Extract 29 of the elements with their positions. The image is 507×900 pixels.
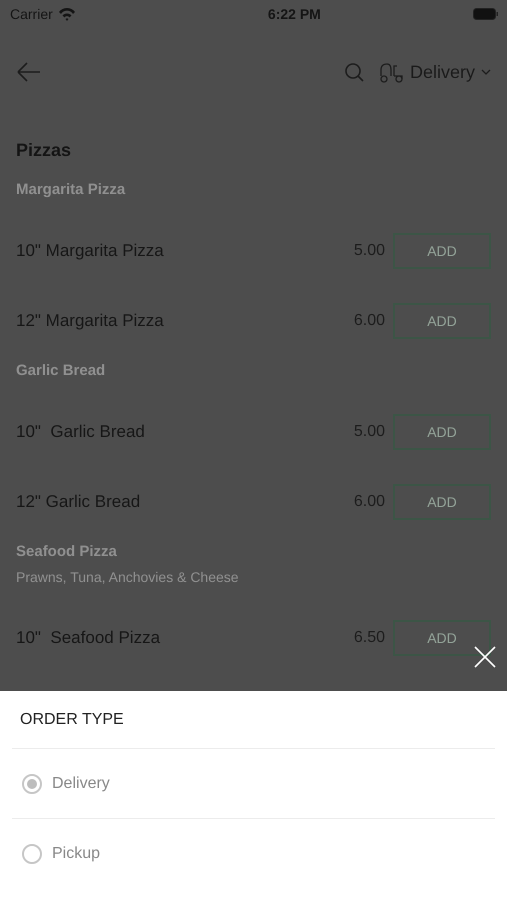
scooter-icon — [378, 61, 404, 83]
caret-icon — [481, 69, 491, 75]
add-button[interactable]: ADD — [393, 303, 491, 339]
radio-button[interactable] — [22, 774, 42, 794]
back-arrow-icon[interactable] — [16, 60, 42, 84]
sheet-title: ORDER TYPE — [12, 691, 495, 749]
item-name: 12" Margarita Pizza — [16, 311, 164, 331]
status-time: 6:22 PM — [268, 6, 321, 22]
close-icon[interactable] — [473, 645, 497, 669]
add-button[interactable]: ADD — [393, 414, 491, 450]
category-description: Prawns, Tuna, Anchovies & Cheese — [16, 569, 240, 585]
battery-icon — [472, 8, 499, 20]
radio-option[interactable]: Pickup — [12, 819, 495, 889]
section-title: Pizzas — [16, 140, 72, 161]
item-name: 12" Garlic Bread — [16, 492, 140, 512]
radio-option[interactable]: Delivery — [12, 749, 495, 819]
item-name: 10" Margarita Pizza — [16, 241, 164, 261]
carrier-label: Carrier — [10, 6, 53, 22]
add-button[interactable]: ADD — [393, 620, 491, 656]
add-button[interactable]: ADD — [393, 484, 491, 520]
search-icon[interactable] — [344, 62, 364, 82]
category-name: Garlic Bread — [16, 362, 106, 379]
item-name: 10" Garlic Bread — [16, 422, 145, 442]
item-name: 10" Seafood Pizza — [16, 628, 160, 648]
radio-button[interactable] — [22, 844, 42, 864]
category-name: Seafood Pizza — [16, 543, 118, 560]
add-button[interactable]: ADD — [393, 233, 491, 269]
category-name: Margarita Pizza — [16, 181, 126, 198]
wifi-icon — [58, 7, 76, 21]
